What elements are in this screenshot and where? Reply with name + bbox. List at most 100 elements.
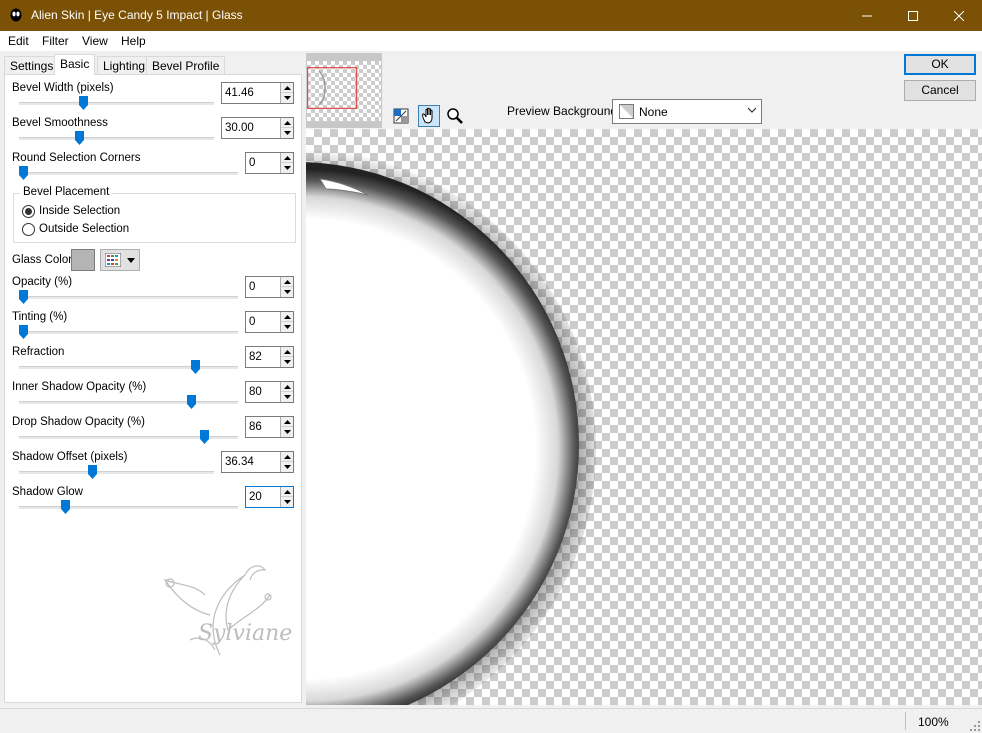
maximize-button[interactable] [890,0,936,31]
round-corners-slider-track[interactable] [19,172,238,175]
menu-edit[interactable]: Edit [8,34,29,48]
spin-up-icon[interactable] [281,83,293,93]
opacity-spinner[interactable]: 0 [245,276,294,298]
bevel-smoothness-spinner[interactable]: 30.00 [221,117,294,139]
refraction-value[interactable]: 82 [249,351,262,363]
spin-down-icon[interactable] [281,462,293,472]
tab-basic[interactable]: Basic [54,54,96,75]
spin-down-icon[interactable] [281,427,293,437]
opacity-value[interactable]: 0 [249,281,255,293]
drop-shadow-opacity-value[interactable]: 86 [249,421,262,433]
refraction-spinner[interactable]: 82 [245,346,294,368]
tab-bevel-profile[interactable]: Bevel Profile [146,56,226,74]
spin-down-icon[interactable] [281,357,293,367]
shadow-offset-slider-track[interactable] [19,471,214,474]
navigator-view-rect[interactable] [307,67,367,109]
spin-down-icon[interactable] [281,163,293,173]
shadow-offset-value[interactable]: 36.34 [225,456,254,468]
minimize-button[interactable] [844,0,890,31]
inner-shadow-opacity-slider-thumb[interactable] [187,395,196,409]
shadow-offset-slider-thumb[interactable] [87,465,97,479]
inner-shadow-opacity-spinner[interactable]: 80 [245,381,294,403]
inside-selection-label[interactable]: Inside Selection [39,205,120,217]
spin-up-icon[interactable] [281,312,293,322]
zoom-tool-button[interactable] [444,105,466,127]
refraction-slider-track[interactable] [19,366,238,369]
basic-settings-panel: Bevel Width (pixels) 41.46 Bevel Smoothn… [4,74,302,703]
tinting-slider-track[interactable] [19,331,238,334]
bevel-smoothness-label: Bevel Smoothness [12,117,108,129]
inner-shadow-opacity-value[interactable]: 80 [249,386,262,398]
drop-shadow-opacity-slider-thumb[interactable] [199,430,209,444]
minimize-icon [862,15,872,16]
glass-color-swatch[interactable] [71,249,95,271]
bevel-width-slider-track[interactable] [19,102,214,105]
spin-up-icon[interactable] [281,153,293,163]
tinting-value[interactable]: 0 [249,316,255,328]
shadow-glow-slider-thumb[interactable] [61,500,70,514]
opacity-slider-thumb[interactable] [19,290,28,304]
round-corners-slider-thumb[interactable] [19,166,28,180]
shadow-glow-spinner[interactable]: 20 [245,486,294,508]
refraction-label: Refraction [12,346,65,358]
close-button[interactable] [936,0,982,31]
chevron-down-icon [747,107,757,113]
round-corners-value[interactable]: 0 [249,157,255,169]
spin-down-icon[interactable] [281,287,293,297]
shadow-glow-label: Shadow Glow [12,486,83,498]
glass-sphere-preview [306,149,596,705]
menu-help[interactable]: Help [121,34,146,48]
spin-down-icon[interactable] [281,128,293,138]
floral-ornament-icon [163,565,272,656]
shadow-offset-spinner[interactable]: 36.34 [221,451,294,473]
spin-up-icon[interactable] [281,417,293,427]
spin-down-icon[interactable] [281,93,293,103]
bevel-width-slider-thumb[interactable] [78,96,88,110]
refraction-slider-thumb[interactable] [191,360,201,374]
spin-up-icon[interactable] [281,347,293,357]
preview-toggle-button[interactable] [390,105,412,127]
bevel-smoothness-value[interactable]: 30.00 [225,122,254,134]
spin-up-icon[interactable] [281,452,293,462]
spin-up-icon[interactable] [281,277,293,287]
resize-grip-icon[interactable] [970,721,980,731]
inner-shadow-opacity-slider-track[interactable] [19,401,238,404]
spin-up-icon[interactable] [281,487,293,497]
spin-up-icon[interactable] [281,382,293,392]
spin-down-icon[interactable] [281,497,293,507]
transparency-icon [619,104,634,119]
outside-selection-radio[interactable] [22,223,35,236]
bevel-smoothness-slider-thumb[interactable] [74,131,84,145]
bevel-smoothness-slider-track[interactable] [19,137,214,140]
hand-tool-button[interactable] [418,105,440,127]
round-corners-spinner[interactable]: 0 [245,152,294,174]
preview-canvas[interactable] [306,129,982,705]
menu-filter[interactable]: Filter [42,34,69,48]
navigator-thumbnail[interactable] [306,53,382,128]
spin-down-icon[interactable] [281,392,293,402]
tinting-slider-thumb[interactable] [19,325,28,339]
tab-lighting[interactable]: Lighting [97,56,152,74]
shadow-glow-value[interactable]: 20 [249,491,262,503]
tinting-spinner[interactable]: 0 [245,311,294,333]
opacity-label: Opacity (%) [12,276,73,288]
tab-settings[interactable]: Settings [4,56,60,74]
opacity-slider-track[interactable] [19,296,238,299]
color-picker-button[interactable] [100,249,140,271]
drop-shadow-opacity-spinner[interactable]: 86 [245,416,294,438]
cancel-button[interactable]: Cancel [904,80,976,101]
bevel-width-value[interactable]: 41.46 [225,87,254,99]
sylviane-watermark: Sylviane [150,555,300,665]
bevel-placement-legend: Bevel Placement [20,186,113,198]
watermark-text: Sylviane [198,621,293,646]
bevel-placement-group: Bevel Placement Inside Selection Outside… [13,186,296,243]
spin-down-icon[interactable] [281,322,293,332]
menu-view[interactable]: View [82,34,108,48]
preview-background-select[interactable]: None [612,99,762,124]
ok-button[interactable]: OK [904,54,976,75]
outside-selection-label[interactable]: Outside Selection [39,223,129,235]
inside-selection-radio[interactable] [22,205,35,218]
spin-up-icon[interactable] [281,118,293,128]
bevel-width-spinner[interactable]: 41.46 [221,82,294,104]
shadow-glow-slider-track[interactable] [19,506,238,509]
